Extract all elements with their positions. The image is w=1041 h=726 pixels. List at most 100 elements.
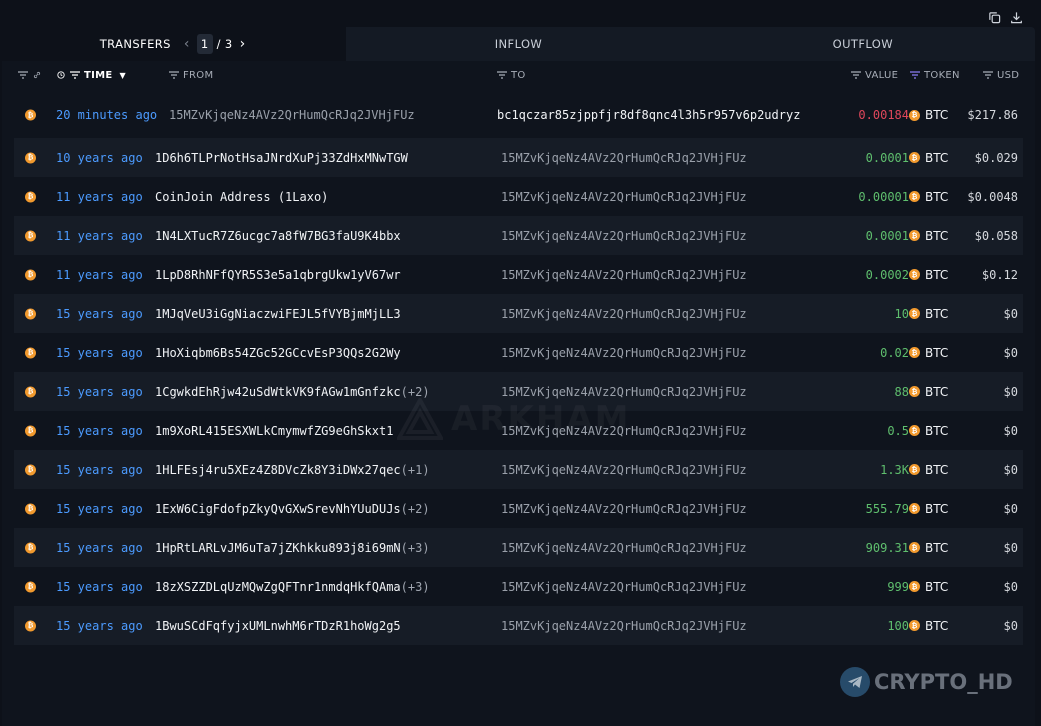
- token-symbol: BTC: [925, 618, 949, 633]
- to-address[interactable]: 15MZvKjqeNz4AVz2QrHumQcRJq2JVHjFUz: [501, 463, 747, 477]
- table-row[interactable]: ₿ 15 years ago 18zXSZZDLqUzMQwZgQFTnr1nmdq…: [14, 567, 1023, 606]
- from-address[interactable]: 1HpRtLARLvJM6uTa7jZKhkku893j8i69mN(+3): [155, 541, 430, 555]
- to-address[interactable]: 15MZvKjqeNz4AVz2QrHumQcRJq2JVHjFUz: [501, 580, 747, 594]
- from-address[interactable]: 1HLFEsj4ru5XEz4Z8DVcZk8Y3iDWx27qec(+1): [155, 463, 430, 477]
- usd-column-header[interactable]: USD: [983, 70, 1019, 81]
- from-address[interactable]: 1LpD8RhNFfQYR5S3e5a1qbrgUkw1yV67wr: [155, 268, 401, 282]
- to-address[interactable]: 15MZvKjqeNz4AVz2QrHumQcRJq2JVHjFUz: [501, 619, 747, 633]
- time-link[interactable]: 15 years ago: [56, 346, 143, 360]
- from-address[interactable]: 18zXSZZDLqUzMQwZgQFTnr1nmdqHkfQAma(+3): [155, 580, 430, 594]
- time-link[interactable]: 20 minutes ago: [56, 108, 157, 122]
- from-address[interactable]: 1ExW6CigFdofpZkyQvGXwSrevNhYUuDUJs(+2): [155, 502, 430, 516]
- from-address[interactable]: 1m9XoRL415ESXWLkCmymwfZG9eGhSkxt1: [155, 424, 393, 438]
- from-address[interactable]: 1BwuSCdFqfyjxUMLnwhM6rTDzR1hoWg2g5: [155, 619, 401, 633]
- usd-amount: $0.029: [974, 150, 1018, 165]
- to-address[interactable]: 15MZvKjqeNz4AVz2QrHumQcRJq2JVHjFUz: [501, 151, 747, 165]
- time-link[interactable]: 15 years ago: [56, 307, 143, 321]
- table-row[interactable]: ₿ 11 years ago 1LpD8RhNFfQYR5S3e5a1qbrgUkw…: [14, 255, 1023, 294]
- download-icon[interactable]: [1009, 10, 1023, 24]
- time-link[interactable]: 11 years ago: [56, 229, 143, 243]
- to-address[interactable]: 15MZvKjqeNz4AVz2QrHumQcRJq2JVHjFUz: [501, 190, 747, 204]
- token-cell[interactable]: ₿ BTC: [909, 108, 948, 122]
- to-address[interactable]: 15MZvKjqeNz4AVz2QrHumQcRJq2JVHjFUz: [501, 346, 747, 360]
- table-row[interactable]: ₿ 15 years ago 1BwuSCdFqfyjxUMLnwhM6rTDzR1…: [14, 606, 1023, 645]
- bitcoin-icon: ₿: [909, 464, 920, 475]
- token-cell[interactable]: ₿ BTC: [909, 151, 948, 165]
- table-row[interactable]: ₿ 15 years ago 1HLFEsj4ru5XEz4Z8DVcZk8Y3iD…: [14, 450, 1023, 489]
- to-address[interactable]: bc1qczar85zjppfjr8df8qnc4l3h5r957v6p2udr…: [497, 108, 800, 122]
- to-address[interactable]: 15MZvKjqeNz4AVz2QrHumQcRJq2JVHjFUz: [501, 541, 747, 555]
- time-link[interactable]: 15 years ago: [56, 463, 143, 477]
- token-cell[interactable]: ₿ BTC: [909, 307, 948, 321]
- to-address[interactable]: 15MZvKjqeNz4AVz2QrHumQcRJq2JVHjFUz: [501, 229, 747, 243]
- time-link[interactable]: 15 years ago: [56, 619, 143, 633]
- token-cell[interactable]: ₿ BTC: [909, 424, 948, 438]
- table-row[interactable]: ₿ 15 years ago 1ExW6CigFdofpZkyQvGXwSrevNh…: [14, 489, 1023, 528]
- token-column-header[interactable]: TOKEN: [910, 70, 960, 81]
- prev-page-button[interactable]: ‹: [181, 36, 193, 52]
- time-link[interactable]: 11 years ago: [56, 190, 143, 204]
- time-link[interactable]: 15 years ago: [56, 424, 143, 438]
- bitcoin-icon: ₿: [909, 230, 920, 241]
- next-page-button[interactable]: ›: [237, 36, 249, 52]
- from-address[interactable]: 1HoXiqbm6Bs54ZGc52GCcvEsP3QQs2G2Wy: [155, 346, 401, 360]
- tab-inflow[interactable]: INFLOW: [346, 27, 690, 61]
- time-link[interactable]: 10 years ago: [56, 151, 143, 165]
- table-row[interactable]: ₿ 20 minutes ago 15MZvKjqeNz4AVz2QrHumQcRJ…: [14, 92, 1023, 138]
- channel-watermark: CRYPTO_HD: [840, 667, 1013, 697]
- table-row[interactable]: ₿ 15 years ago 1HoXiqbm6Bs54ZGc52GCcvEsP3Q…: [14, 333, 1023, 372]
- from-address[interactable]: 1MJqVeU3iGgNiaczwiFEJL5fVYBjmMjLL3: [155, 307, 401, 321]
- to-address[interactable]: 15MZvKjqeNz4AVz2QrHumQcRJq2JVHjFUz: [501, 385, 747, 399]
- usd-amount: $217.86: [967, 108, 1018, 122]
- token-cell[interactable]: ₿ BTC: [909, 463, 948, 477]
- table-row[interactable]: ₿ 15 years ago 1MJqVeU3iGgNiaczwiFEJL5fVYB…: [14, 294, 1023, 333]
- token-cell[interactable]: ₿ BTC: [909, 346, 948, 360]
- token-cell[interactable]: ₿ BTC: [909, 502, 948, 516]
- from-address-text: 1m9XoRL415ESXWLkCmymwfZG9eGhSkxt1: [155, 423, 394, 438]
- to-address[interactable]: 15MZvKjqeNz4AVz2QrHumQcRJq2JVHjFUz: [501, 268, 747, 282]
- time-column-header[interactable]: TIME ▼: [56, 70, 126, 81]
- flow-tabs: TRANSFERS ‹ 1 / 3 › INFLOW OUTFLOW: [2, 27, 1035, 61]
- from-address-text: CoinJoin Address (1Laxo): [155, 189, 329, 204]
- token-cell[interactable]: ₿ BTC: [909, 385, 948, 399]
- to-address[interactable]: 15MZvKjqeNz4AVz2QrHumQcRJq2JVHjFUz: [501, 307, 747, 321]
- table-row[interactable]: ₿ 15 years ago 1HpRtLARLvJM6uTa7jZKhkku893…: [14, 528, 1023, 567]
- from-address[interactable]: 1CgwkdEhRjw42uSdWtkVK9fAGw1mGnfzkc(+2): [155, 385, 430, 399]
- telegram-icon: [840, 667, 870, 697]
- bitcoin-icon: ₿: [25, 152, 36, 163]
- link-filter[interactable]: [18, 71, 42, 79]
- token-symbol: BTC: [925, 150, 949, 165]
- filter-icon: [910, 71, 920, 79]
- token-cell[interactable]: ₿ BTC: [909, 229, 948, 243]
- bitcoin-icon: ₿: [25, 269, 36, 280]
- from-address[interactable]: 1N4LXTucR7Z6ucgc7a8fW7BG3faU9K4bbx: [155, 229, 401, 243]
- time-link[interactable]: 15 years ago: [56, 541, 143, 555]
- value-column-header[interactable]: VALUE: [851, 70, 898, 81]
- token-cell[interactable]: ₿ BTC: [909, 580, 948, 594]
- token-cell[interactable]: ₿ BTC: [909, 190, 948, 204]
- from-address[interactable]: 1D6h6TLPrNotHsaJNrdXuPj33ZdHxMNwTGW: [155, 151, 408, 165]
- tab-transfers[interactable]: TRANSFERS ‹ 1 / 3 ›: [2, 27, 347, 61]
- table-row[interactable]: ₿ 11 years ago CoinJoin Address (1Laxo) 15M…: [14, 177, 1023, 216]
- to-column-header[interactable]: TO: [497, 70, 526, 81]
- token-cell[interactable]: ₿ BTC: [909, 541, 948, 555]
- table-row[interactable]: ₿ 11 years ago 1N4LXTucR7Z6ucgc7a8fW7BG3fa…: [14, 216, 1023, 255]
- current-page[interactable]: 1: [196, 34, 213, 54]
- time-link[interactable]: 15 years ago: [56, 502, 143, 516]
- tab-outflow[interactable]: OUTFLOW: [691, 27, 1035, 61]
- token-cell[interactable]: ₿ BTC: [909, 268, 948, 282]
- bitcoin-icon: ₿: [909, 386, 920, 397]
- from-address[interactable]: CoinJoin Address (1Laxo): [155, 190, 328, 204]
- time-link[interactable]: 15 years ago: [56, 385, 143, 399]
- time-link[interactable]: 15 years ago: [56, 580, 143, 594]
- from-column-header[interactable]: FROM: [169, 70, 213, 81]
- time-link[interactable]: 11 years ago: [56, 268, 143, 282]
- token-cell[interactable]: ₿ BTC: [909, 619, 948, 633]
- table-row[interactable]: ₿ 10 years ago 1D6h6TLPrNotHsaJNrdXuPj33Zd…: [14, 138, 1023, 177]
- from-address-text: 1HLFEsj4ru5XEz4Z8DVcZk8Y3iDWx27qec: [155, 462, 401, 477]
- from-address[interactable]: 15MZvKjqeNz4AVz2QrHumQcRJq2JVHjFUz: [169, 108, 415, 122]
- bitcoin-icon: ₿: [909, 542, 920, 553]
- token-header-label: TOKEN: [924, 69, 960, 81]
- to-address[interactable]: 15MZvKjqeNz4AVz2QrHumQcRJq2JVHjFUz: [501, 502, 747, 516]
- copy-icon[interactable]: [987, 10, 1001, 24]
